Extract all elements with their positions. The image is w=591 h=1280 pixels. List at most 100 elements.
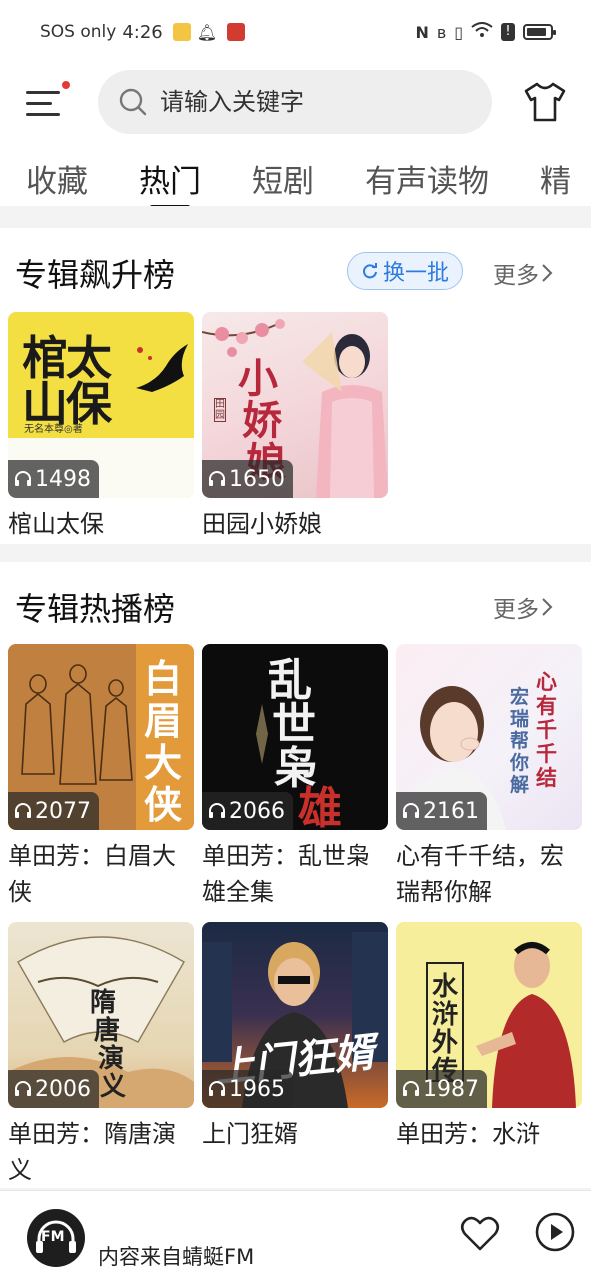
- album-card[interactable]: 棺太 山保 无名本尊◎著 1498 棺山太保: [8, 312, 194, 542]
- album-title: 单田芳：水浒: [396, 1120, 540, 1148]
- album-title: 上门狂婿: [202, 1120, 298, 1148]
- play-count: 2161: [423, 798, 479, 824]
- app-notification-icon: [172, 23, 191, 41]
- favorite-button[interactable]: [460, 1215, 500, 1253]
- bell-icon: 🔔︎: [196, 22, 218, 42]
- cover-title-line: 雄: [298, 783, 342, 830]
- more-label: 更多: [493, 597, 539, 623]
- bluetooth-icon: ʙ: [436, 22, 447, 42]
- cover-title-line: 心有千千结: [536, 669, 557, 790]
- skin-shirt-button[interactable]: [522, 80, 568, 124]
- rising-albums-section: 专辑飙升榜 换一批 更多 棺太 山保 无名本尊◎著 1498 棺山太保 小 娇 …: [0, 228, 591, 544]
- play-count-badge: 2066: [202, 792, 293, 830]
- headphones-icon: [15, 471, 31, 486]
- play-count: 2077: [35, 798, 91, 824]
- play-button[interactable]: [534, 1211, 576, 1253]
- album-cover: 上门狂婿 1965: [202, 922, 388, 1108]
- tab-hot[interactable]: 热门: [139, 140, 201, 206]
- alert-icon: !: [501, 23, 515, 41]
- album-card[interactable]: 隋 唐 演 义 2006 单田芳：隋唐演义: [8, 922, 194, 1188]
- album-cover: 隋 唐 演 义 2006: [8, 922, 194, 1108]
- album-card[interactable]: 水 浒 外 传 1987 单田芳：水浒: [396, 922, 582, 1152]
- cover-subtitle: 田园: [214, 398, 226, 422]
- album-title: 单田芳：白眉大侠: [8, 842, 176, 906]
- album-cover: 棺太 山保 无名本尊◎著 1498: [8, 312, 194, 498]
- section-title: 专辑飙升榜: [15, 256, 176, 294]
- search-input[interactable]: [160, 88, 460, 116]
- play-count-badge: 1987: [396, 1070, 487, 1108]
- play-count: 1650: [229, 466, 285, 492]
- ink-splash-decoration: [256, 704, 268, 764]
- more-label: 更多: [493, 263, 539, 289]
- cover-title-line: 宏瑞帮你解: [510, 686, 530, 796]
- album-cover: 白 眉 大 侠 2077: [8, 644, 194, 830]
- source-text: 内容来自蜻蜓FM: [98, 1245, 255, 1269]
- fm-logo[interactable]: FM: [27, 1209, 85, 1267]
- nfc-icon: N: [415, 22, 429, 42]
- album-title: 单田芳：乱世枭雄全集: [202, 842, 370, 906]
- album-card[interactable]: 心有千千结 宏瑞帮你解 2161 心有千千结，宏瑞帮你解: [396, 644, 582, 910]
- play-count: 2066: [229, 798, 285, 824]
- heart-icon: [460, 1216, 500, 1251]
- wifi-icon: [471, 22, 493, 42]
- tshirt-icon: [524, 82, 566, 122]
- play-count-badge: 1965: [202, 1070, 293, 1108]
- album-card[interactable]: 上门狂婿 1965 上门狂婿: [202, 922, 388, 1152]
- play-count-badge: 2006: [8, 1070, 99, 1108]
- album-card[interactable]: 小 娇 娘 田园 1650 田园小娇娘: [202, 312, 388, 542]
- play-count: 1498: [35, 466, 91, 492]
- cover-author: 无名本尊◎著: [24, 424, 83, 435]
- headphones-icon: [403, 1081, 419, 1096]
- refresh-icon: [363, 263, 377, 279]
- news-app-icon: [227, 23, 246, 41]
- chevron-right-icon: [542, 264, 553, 282]
- play-count-badge: 1498: [8, 460, 99, 498]
- search-bar[interactable]: [98, 70, 492, 134]
- play-count: 1987: [423, 1076, 479, 1102]
- headphones-icon: [209, 803, 225, 818]
- refresh-label: 换一批: [382, 261, 449, 286]
- headphones-icon: [403, 803, 419, 818]
- play-count: 2006: [35, 1076, 91, 1102]
- character-illustration: [302, 332, 388, 498]
- menu-button[interactable]: [26, 81, 70, 120]
- play-count: 1965: [229, 1076, 285, 1102]
- album-card[interactable]: 乱 世 枭 雄 2066 单田芳：乱世枭雄全集: [202, 644, 388, 910]
- cover-title-line: 侠: [144, 782, 183, 827]
- tab-favorites[interactable]: 收藏: [26, 140, 88, 201]
- category-tabs: 收藏 热门 短剧 有声读物 精: [0, 140, 591, 206]
- status-bar: SOS only 4:26 🔔︎ N ʙ ▯ !: [0, 0, 591, 64]
- section-title: 专辑热播榜: [15, 590, 176, 628]
- more-link[interactable]: 更多: [493, 590, 553, 624]
- album-title: 田园小娇娘: [202, 510, 322, 538]
- tab-short-drama[interactable]: 短剧: [252, 140, 314, 201]
- more-link[interactable]: 更多: [493, 256, 553, 290]
- album-title: 单田芳：隋唐演义: [8, 1120, 176, 1184]
- search-icon: [119, 88, 147, 116]
- headphones-icon: [15, 803, 31, 818]
- cover-title-line: 义: [100, 1072, 127, 1102]
- refresh-button[interactable]: 换一批: [347, 252, 463, 290]
- play-count-badge: 2161: [396, 792, 487, 830]
- album-title: 棺山太保: [8, 510, 104, 538]
- storyteller-illustration: [476, 942, 576, 1108]
- chevron-right-icon: [542, 598, 553, 616]
- album-cover: 心有千千结 宏瑞帮你解 2161: [396, 644, 582, 830]
- headphones-icon: [209, 1081, 225, 1096]
- tab-audiobooks[interactable]: 有声读物: [365, 140, 489, 201]
- bottom-player-bar: FM 内容来自蜻蜓FM: [0, 1190, 591, 1280]
- tab-featured[interactable]: 精: [540, 140, 571, 201]
- headphones-icon: [209, 471, 225, 486]
- album-card[interactable]: 白 眉 大 侠 2077 单田芳：白眉大侠: [8, 644, 194, 910]
- clock: 4:26: [122, 21, 163, 43]
- carrier-text: SOS only: [40, 22, 117, 42]
- album-cover: 乱 世 枭 雄 2066: [202, 644, 388, 830]
- album-cover: 小 娇 娘 田园 1650: [202, 312, 388, 498]
- album-title: 心有千千结，宏瑞帮你解: [396, 842, 564, 906]
- notification-dot: [62, 81, 70, 89]
- play-count-badge: 1650: [202, 460, 293, 498]
- album-cover: 水 浒 外 传 1987: [396, 922, 582, 1108]
- ink-brush-decoration: [136, 344, 188, 392]
- play-icon: [535, 1212, 575, 1252]
- battery-icon: [523, 24, 556, 40]
